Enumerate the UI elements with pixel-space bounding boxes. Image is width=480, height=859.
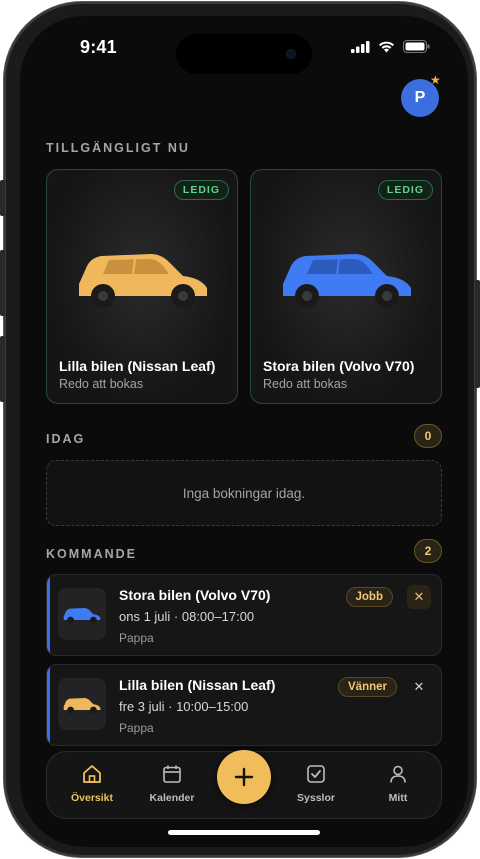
- wifi-icon: [379, 41, 394, 52]
- booking-title: Stora bilen (Volvo V70): [119, 587, 271, 603]
- free-badge: LEDIG: [377, 180, 433, 200]
- star-icon: ★: [430, 73, 441, 87]
- plus-icon: [234, 767, 254, 787]
- volume-down-button: [0, 336, 5, 402]
- booking-thumbnail: [58, 588, 106, 640]
- power-button: [475, 280, 480, 388]
- booking-accent: [47, 575, 50, 655]
- tab-overview[interactable]: Översikt: [57, 764, 127, 804]
- booking-time: fre 3 juli · 10:00–15:00: [119, 699, 249, 714]
- booking-time: ons 1 juli · 08:00–17:00: [119, 609, 255, 624]
- section-available-label: TILLGÄNGLIGT NU: [46, 141, 190, 155]
- battery-icon: [403, 40, 430, 53]
- tab-mine[interactable]: Mitt: [363, 764, 433, 804]
- dynamic-island: [176, 34, 312, 74]
- camera-icon: [286, 49, 296, 59]
- close-icon: ✕: [413, 589, 425, 604]
- booking-tag: Vänner: [338, 677, 397, 697]
- tab-label: Mitt: [388, 792, 408, 804]
- status-bar: 9:41: [20, 16, 468, 76]
- add-booking-button[interactable]: [217, 750, 271, 804]
- car-name: Lilla bilen (Nissan Leaf): [59, 358, 216, 374]
- car-name: Stora bilen (Volvo V70): [263, 358, 415, 374]
- section-today-label: IDAG: [46, 432, 86, 446]
- calendar-icon: [163, 765, 181, 783]
- signal-icon: [351, 40, 370, 53]
- close-icon: ✕: [413, 679, 425, 694]
- today-count-badge: 0: [414, 424, 442, 448]
- home-icon: [83, 765, 101, 783]
- booking-thumbnail: [58, 678, 106, 730]
- home-indicator[interactable]: [168, 830, 320, 835]
- cancel-booking-button[interactable]: ✕: [407, 675, 431, 699]
- booking-accent: [47, 665, 50, 745]
- cancel-booking-button[interactable]: ✕: [407, 585, 431, 609]
- car-icon: [63, 698, 101, 714]
- tab-label: Kalender: [149, 792, 195, 804]
- booking-title: Lilla bilen (Nissan Leaf): [119, 677, 276, 693]
- booking-card[interactable]: Stora bilen (Volvo V70) ons 1 juli · 08:…: [46, 574, 442, 656]
- car-status: Redo att bokas: [263, 377, 348, 391]
- section-upcoming-label: KOMMANDE: [46, 547, 137, 561]
- tab-chores[interactable]: Sysslor: [281, 764, 351, 804]
- booking-tag: Jobb: [345, 587, 393, 607]
- tab-label: Översikt: [70, 792, 114, 804]
- tab-label: Sysslor: [297, 792, 335, 804]
- action-button: [0, 180, 5, 216]
- phone-frame: 9:41 P ★ TILLGÄNGLIGT NU LEDIG Lilla bil…: [0, 2, 480, 857]
- status-time: 9:41: [80, 37, 117, 57]
- tab-calendar[interactable]: Kalender: [137, 764, 207, 804]
- booking-person: Pappa: [119, 721, 154, 735]
- status-icons: [351, 40, 430, 53]
- person-icon: [390, 765, 406, 783]
- checkbox-icon: [307, 765, 325, 783]
- car-status: Redo att bokas: [59, 377, 144, 391]
- car-icon: [63, 608, 101, 624]
- booking-person: Pappa: [119, 631, 154, 645]
- today-empty-state: Inga bokningar idag.: [46, 460, 442, 526]
- empty-text: Inga bokningar idag.: [182, 485, 306, 501]
- car-icon: [79, 254, 207, 308]
- available-car-card[interactable]: LEDIG Lilla bilen (Nissan Leaf) Redo att…: [46, 169, 238, 404]
- volume-up-button: [0, 250, 5, 316]
- car-icon: [283, 254, 411, 308]
- screen: 9:41 P ★ TILLGÄNGLIGT NU LEDIG Lilla bil…: [20, 16, 468, 847]
- booking-card[interactable]: Lilla bilen (Nissan Leaf) fre 3 juli · 1…: [46, 664, 442, 746]
- available-car-card[interactable]: LEDIG Stora bilen (Volvo V70) Redo att b…: [250, 169, 442, 404]
- free-badge: LEDIG: [173, 180, 229, 200]
- upcoming-count-badge: 2: [414, 539, 442, 563]
